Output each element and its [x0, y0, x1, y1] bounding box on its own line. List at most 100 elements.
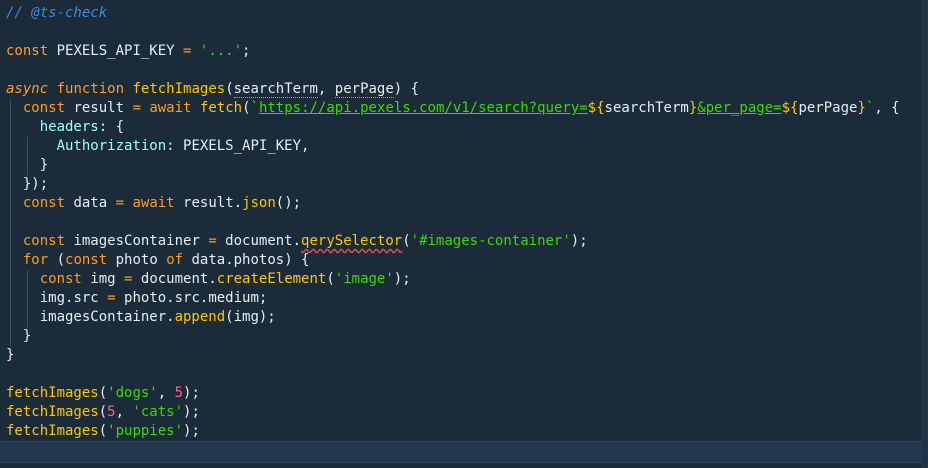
editor-scrollbar[interactable]: [921, 0, 928, 468]
code-token: '#images-container': [410, 233, 571, 249]
code-token: imagesContainer.: [6, 309, 175, 325]
code-line[interactable]: async function fetchImages(searchTerm, p…: [0, 80, 419, 99]
code-line[interactable]: // @ts-check: [0, 4, 107, 23]
code-token: (: [326, 271, 335, 287]
code-token: photo: [107, 252, 167, 268]
code-token: data.photos) {: [183, 252, 310, 268]
code-line[interactable]: }: [0, 346, 14, 365]
code-token: }: [6, 328, 32, 344]
code-token: Authorization: [56, 138, 167, 154]
code-token: (: [225, 81, 234, 97]
code-token: `: [250, 100, 259, 116]
code-line[interactable]: Authorization: PEXELS_API_KEY,: [0, 137, 310, 156]
code-line[interactable]: fetchImages('dogs', 5);: [0, 384, 200, 403]
code-token: ,: [317, 81, 335, 97]
code-line[interactable]: fetchImages(5, 'cats');: [0, 403, 200, 422]
code-token: src: [73, 290, 99, 306]
code-line[interactable]: for (const photo of data.photos) {: [0, 251, 310, 270]
code-token: perPage: [798, 100, 858, 116]
code-line[interactable]: const result = await fetch(`https://api.…: [0, 99, 900, 118]
code-line[interactable]: const PEXELS_API_KEY = '...';: [0, 42, 250, 61]
code-token: : PEXELS_API_KEY,: [166, 138, 310, 154]
code-line[interactable]: img.src = photo.src.medium;: [0, 289, 268, 308]
code-token: const: [39, 271, 82, 287]
code-line[interactable]: const imagesContainer = document.qerySel…: [0, 232, 588, 251]
code-token: json: [242, 195, 276, 211]
code-token: );: [183, 385, 200, 401]
code-token: img: [81, 271, 125, 287]
code-token: =: [132, 100, 141, 116]
code-token: document.: [216, 233, 302, 249]
code-line[interactable]: fetchImages('puppies');: [0, 422, 200, 441]
code-token: ) {: [393, 81, 420, 97]
code-line[interactable]: }: [0, 327, 31, 346]
code-token: 'cats': [132, 404, 184, 420]
code-token: }: [6, 347, 15, 363]
code-token: (: [402, 233, 411, 249]
code-token: fetchImages: [6, 385, 99, 401]
code-line[interactable]: [0, 213, 6, 232]
code-token: // @ts-check: [6, 5, 108, 21]
code-token: PEXELS_API_KEY: [48, 43, 184, 59]
code-token: 5: [174, 385, 184, 401]
code-token: );: [183, 404, 200, 420]
code-token: const: [22, 100, 66, 116]
code-editor[interactable]: // @ts-check const PEXELS_API_KEY = '...'…: [0, 0, 928, 468]
code-token: (: [242, 100, 251, 116]
code-line[interactable]: headers: {: [0, 118, 124, 137]
code-token: (: [98, 385, 108, 401]
code-token: =: [107, 290, 116, 306]
code-token: fetch: [199, 100, 243, 116]
code-token: (: [48, 252, 66, 268]
code-token: =: [115, 195, 125, 211]
code-token: }: [6, 157, 49, 173]
code-line[interactable]: });: [0, 175, 48, 194]
code-line[interactable]: imagesContainer.append(img);: [0, 308, 276, 327]
code-token: (: [98, 404, 108, 420]
code-token: const: [65, 252, 108, 268]
code-line[interactable]: [0, 365, 6, 384]
code-line[interactable]: [0, 441, 6, 460]
code-line[interactable]: [0, 61, 6, 80]
code-token: photo.src.medium;: [115, 290, 268, 306]
code-token: (img);: [225, 309, 276, 325]
code-token: createElement: [216, 271, 327, 287]
code-token: ${: [781, 100, 799, 116]
code-token: fetchImages: [132, 81, 226, 97]
code-token: searchTerm: [233, 81, 318, 98]
code-token: ;: [242, 43, 251, 59]
code-token: ();: [275, 195, 302, 211]
code-token: }: [857, 100, 866, 116]
code-token: 'dogs': [107, 385, 158, 401]
code-token: searchTerm: [604, 100, 689, 116]
code-token: );: [393, 271, 411, 287]
code-token: =: [208, 233, 217, 249]
code-token: ${: [587, 100, 605, 116]
code-token: '...': [199, 43, 243, 59]
code-token: 5: [107, 404, 116, 420]
code-token: &per_page=: [697, 100, 782, 116]
code-token: document.: [132, 271, 217, 287]
code-line[interactable]: }: [0, 156, 48, 175]
code-token: headers: [39, 119, 99, 135]
code-token: ,: [115, 404, 133, 420]
code-token: await: [149, 100, 192, 116]
code-line[interactable]: const img = document.createElement('imag…: [0, 270, 411, 289]
code-token: append: [174, 309, 226, 325]
code-token: await: [132, 195, 175, 211]
current-line-highlight: [0, 441, 921, 463]
code-token: ,: [157, 385, 175, 401]
code-line[interactable]: const data = await result.json();: [0, 194, 301, 213]
code-token: imagesContainer: [65, 233, 209, 249]
code-token: function: [56, 81, 125, 97]
code-line[interactable]: [0, 23, 6, 42]
